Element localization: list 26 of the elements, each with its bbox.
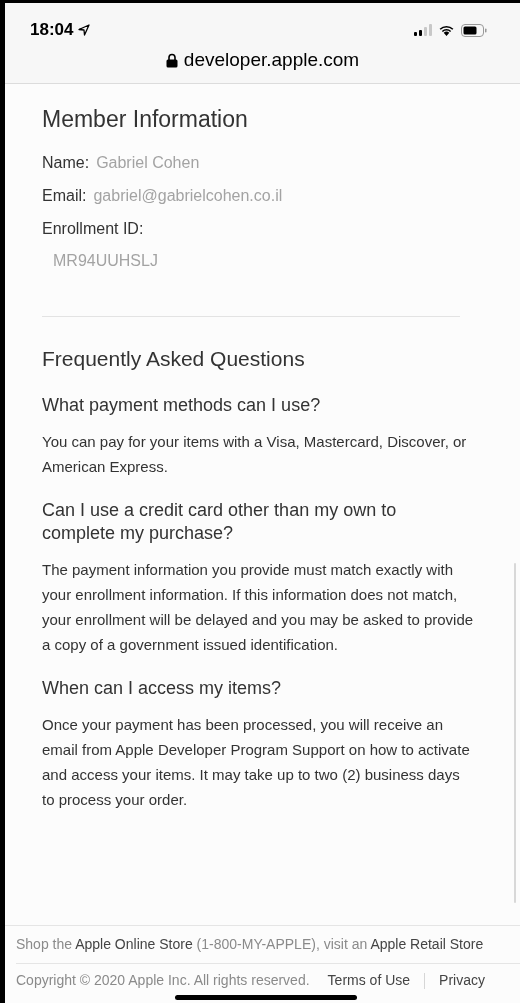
field-label: Name: [42,152,90,173]
copyright-text: Copyright © 2020 Apple Inc. All rights reserved. [16,971,310,990]
field-value: Gabriel Cohen [96,152,200,173]
address-text[interactable]: developer.apple.com [183,46,360,75]
question-heading: Can I use a credit card other than my own to complete my purchase? [42,499,398,545]
field-label: Enrollment ID: [42,218,144,239]
section-heading: Member Information [42,105,249,134]
footer-link[interactable]: Privacy [439,970,485,991]
footer-shop-text: Shop the Apple Online Store (1-800-MY-APPLE), visit an Apple Retail Store [16,935,485,954]
signal-icon [414,24,432,36]
question-heading: What payment methods can I use? [42,394,322,417]
battery-icon [461,23,487,37]
field-value: gabriel@gabrielcohen.co.il [93,185,283,206]
wifi-icon [438,24,455,36]
section-heading: Frequently Asked Questions [42,345,306,372]
question-heading: When can I access my items? [42,677,283,700]
status-time: 18:04 [30,19,74,42]
answer-text: You can pay for your items with a Visa, Mastercard, Discover, or American Express. [42,432,468,477]
footer-link[interactable]: Terms of Use [327,970,411,991]
lock-icon [165,52,178,68]
answer-text: The payment information you provide must match exactly with your enrollment information. If this information does not match, your enrollment will be delayed and you may be asked to provide a copy of a government issued identification. [42,560,474,655]
location-arrow-icon [78,24,91,36]
field-label: Email: [42,185,87,206]
home-indicator[interactable] [175,995,357,1000]
answer-text: Once your payment has been processed, you will receive an email from Apple Developer Program Support on how to activate and access your items. It may take up to two (2) business days to process your order. [42,715,471,810]
field-value: MR94UUHSLJ [53,250,158,271]
